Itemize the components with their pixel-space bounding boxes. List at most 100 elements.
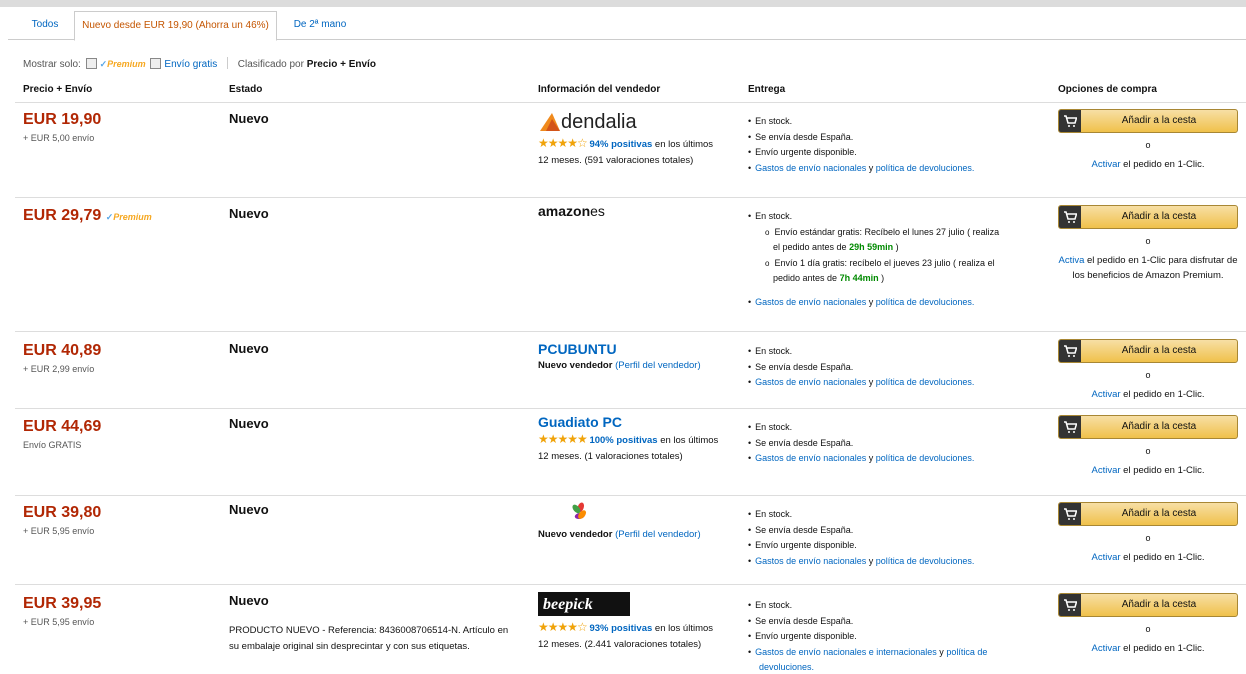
column-header-condition: Estado	[229, 84, 263, 95]
offer-shipping: + EUR 5,95 envío	[23, 526, 95, 536]
positive-rating-link[interactable]: 100% positivas	[589, 435, 657, 446]
sorted-by-label: Clasificado por	[237, 59, 304, 70]
one-click-text: Activar el pedido en 1-Clic.	[1091, 465, 1205, 476]
row-divider	[15, 584, 1246, 585]
activate-one-click-link[interactable]: Activar	[1091, 552, 1120, 563]
add-to-cart-button[interactable]: Añadir a la cesta	[1058, 205, 1238, 229]
shipping-costs-link[interactable]: Gastos de envío nacionales	[755, 556, 866, 566]
one-click-text: Activar el pedido en 1-Clic.	[1091, 389, 1205, 400]
filter-bar: Mostrar solo: ✓Premium Envío gratis Clas…	[23, 57, 376, 70]
row-divider	[15, 331, 1246, 332]
shipping-costs-link[interactable]: Gastos de envío nacionales	[755, 453, 866, 463]
seller-name-link[interactable]: Guadiato PC	[538, 413, 723, 431]
offer-price: EUR 39,80	[23, 504, 102, 521]
row-divider	[15, 102, 1246, 103]
delivery-info: En stock. Se envía desde España. Gastos …	[748, 420, 1038, 467]
offer-price: EUR 40,89	[23, 342, 102, 359]
offer-shipping: + EUR 5,00 envío	[23, 133, 95, 143]
row-divider	[15, 197, 1246, 198]
show-only-label: Mostrar solo:	[23, 59, 81, 70]
free-shipping-checkbox[interactable]	[150, 58, 162, 69]
shipping-costs-link[interactable]: Gastos de envío nacionales e internacion…	[755, 647, 937, 657]
shipping-costs-link[interactable]: Gastos de envío nacionales	[755, 163, 866, 173]
one-click-text: Activa el pedido en 1-Clic para disfruta…	[1058, 255, 1238, 281]
dendalia-logo-icon	[540, 113, 560, 131]
rating-stars-icon: ★★★★☆	[538, 620, 588, 634]
add-to-cart-button[interactable]: Añadir a la cesta	[1058, 502, 1238, 526]
tab-new[interactable]: Nuevo desde EUR 19,90 (Ahorra un 46%)	[74, 11, 277, 41]
column-header-price: Precio + Envío	[23, 84, 93, 95]
or-separator: o	[1145, 446, 1151, 456]
or-separator: o	[1145, 140, 1151, 150]
seller-rating: ★★★★☆ 94% positivas en los últimos 12 me…	[538, 136, 714, 166]
column-header-delivery: Entrega	[748, 84, 786, 95]
positive-rating-link[interactable]: 93% positivas	[589, 623, 652, 634]
add-to-cart-button[interactable]: Añadir a la cesta	[1058, 109, 1238, 133]
premium-filter-label[interactable]: ✓Premium	[100, 59, 146, 69]
tab-all[interactable]: Todos	[25, 11, 65, 40]
delivery-info: En stock. Se envía desde España. Envío u…	[748, 507, 1038, 569]
add-to-cart-button[interactable]: Añadir a la cesta	[1058, 339, 1238, 363]
premium-badge: ✓Premium	[105, 212, 152, 222]
flower-logo-icon[interactable]	[568, 501, 590, 523]
returns-policy-link[interactable]: política de devoluciones.	[876, 163, 975, 173]
cart-icon	[1059, 503, 1081, 525]
premium-checkbox[interactable]	[85, 58, 97, 69]
cart-icon	[1059, 206, 1081, 228]
or-separator: o	[1145, 370, 1151, 380]
or-separator: o	[1145, 533, 1151, 543]
one-click-text: Activar el pedido en 1-Clic.	[1091, 552, 1205, 563]
seller-profile-link[interactable]: (Perfil del vendedor)	[615, 529, 701, 540]
shipping-costs-link[interactable]: Gastos de envío nacionales	[755, 297, 866, 307]
offer-price: EUR 19,90	[23, 111, 102, 128]
offer-comment: PRODUCTO NUEVO - Referencia: 84360087065…	[229, 625, 509, 652]
one-click-text: Activar el pedido en 1-Clic.	[1091, 159, 1205, 170]
dendalia-logo[interactable]: dendalia	[540, 111, 637, 135]
seller-name-link[interactable]: PCUBUNTU	[538, 340, 723, 358]
seller-rating: ★★★★☆ 93% positivas en los últimos 12 me…	[538, 620, 714, 650]
cart-icon	[1059, 110, 1081, 132]
offer-price: EUR 39,95	[23, 595, 102, 612]
activate-one-click-link[interactable]: Activar	[1091, 159, 1120, 170]
column-header-options: Opciones de compra	[1058, 84, 1157, 95]
or-separator: o	[1145, 236, 1151, 246]
activate-one-click-link[interactable]: Activar	[1091, 389, 1120, 400]
delivery-info: En stock. Se envía desde España. Envío u…	[748, 114, 1038, 176]
cart-icon	[1059, 340, 1081, 362]
offer-shipping: Envío GRATIS	[23, 440, 82, 450]
offer-condition: Nuevo	[229, 206, 269, 221]
returns-policy-link[interactable]: política de devoluciones.	[876, 377, 975, 387]
offer-price: EUR 44,69	[23, 418, 102, 435]
add-to-cart-button[interactable]: Añadir a la cesta	[1058, 593, 1238, 617]
add-to-cart-button[interactable]: Añadir a la cesta	[1058, 415, 1238, 439]
rating-stars-icon: ★★★★☆	[538, 136, 588, 150]
returns-policy-link[interactable]: política de devoluciones.	[876, 297, 975, 307]
seller-profile-link[interactable]: (Perfil del vendedor)	[615, 360, 701, 371]
activate-one-click-link[interactable]: Activar	[1091, 465, 1120, 476]
row-divider	[15, 408, 1246, 409]
cart-icon	[1059, 594, 1081, 616]
positive-rating-link[interactable]: 94% positivas	[589, 139, 652, 150]
activate-one-click-link[interactable]: Activar	[1091, 643, 1120, 654]
cart-icon	[1059, 416, 1081, 438]
returns-policy-link[interactable]: política de devoluciones.	[876, 556, 975, 566]
beepick-logo[interactable]: beepick	[538, 592, 630, 616]
tab-used[interactable]: De 2ª mano	[290, 11, 350, 40]
row-divider	[15, 495, 1246, 496]
free-shipping-filter-label[interactable]: Envío gratis	[164, 59, 217, 70]
offer-condition: Nuevo	[229, 341, 269, 356]
shipping-costs-link[interactable]: Gastos de envío nacionales	[755, 377, 866, 387]
divider	[227, 57, 229, 69]
or-separator: o	[1145, 624, 1151, 634]
seller-info: Nuevo vendedor (Perfil del vendedor)	[538, 529, 701, 540]
rating-stars-icon: ★★★★★	[538, 432, 588, 446]
returns-policy-link[interactable]: política de	[946, 647, 987, 657]
returns-policy-link[interactable]: política de devoluciones.	[876, 453, 975, 463]
one-click-text: Activar el pedido en 1-Clic.	[1091, 643, 1205, 654]
activate-one-click-link[interactable]: Activa	[1058, 255, 1084, 266]
offer-condition: Nuevo	[229, 111, 269, 126]
returns-policy-link-tail[interactable]: devoluciones.	[748, 660, 1038, 674]
offer-condition: Nuevo	[229, 502, 269, 517]
top-bar	[0, 0, 1246, 7]
amazon-es-logo: amazones	[538, 203, 605, 219]
